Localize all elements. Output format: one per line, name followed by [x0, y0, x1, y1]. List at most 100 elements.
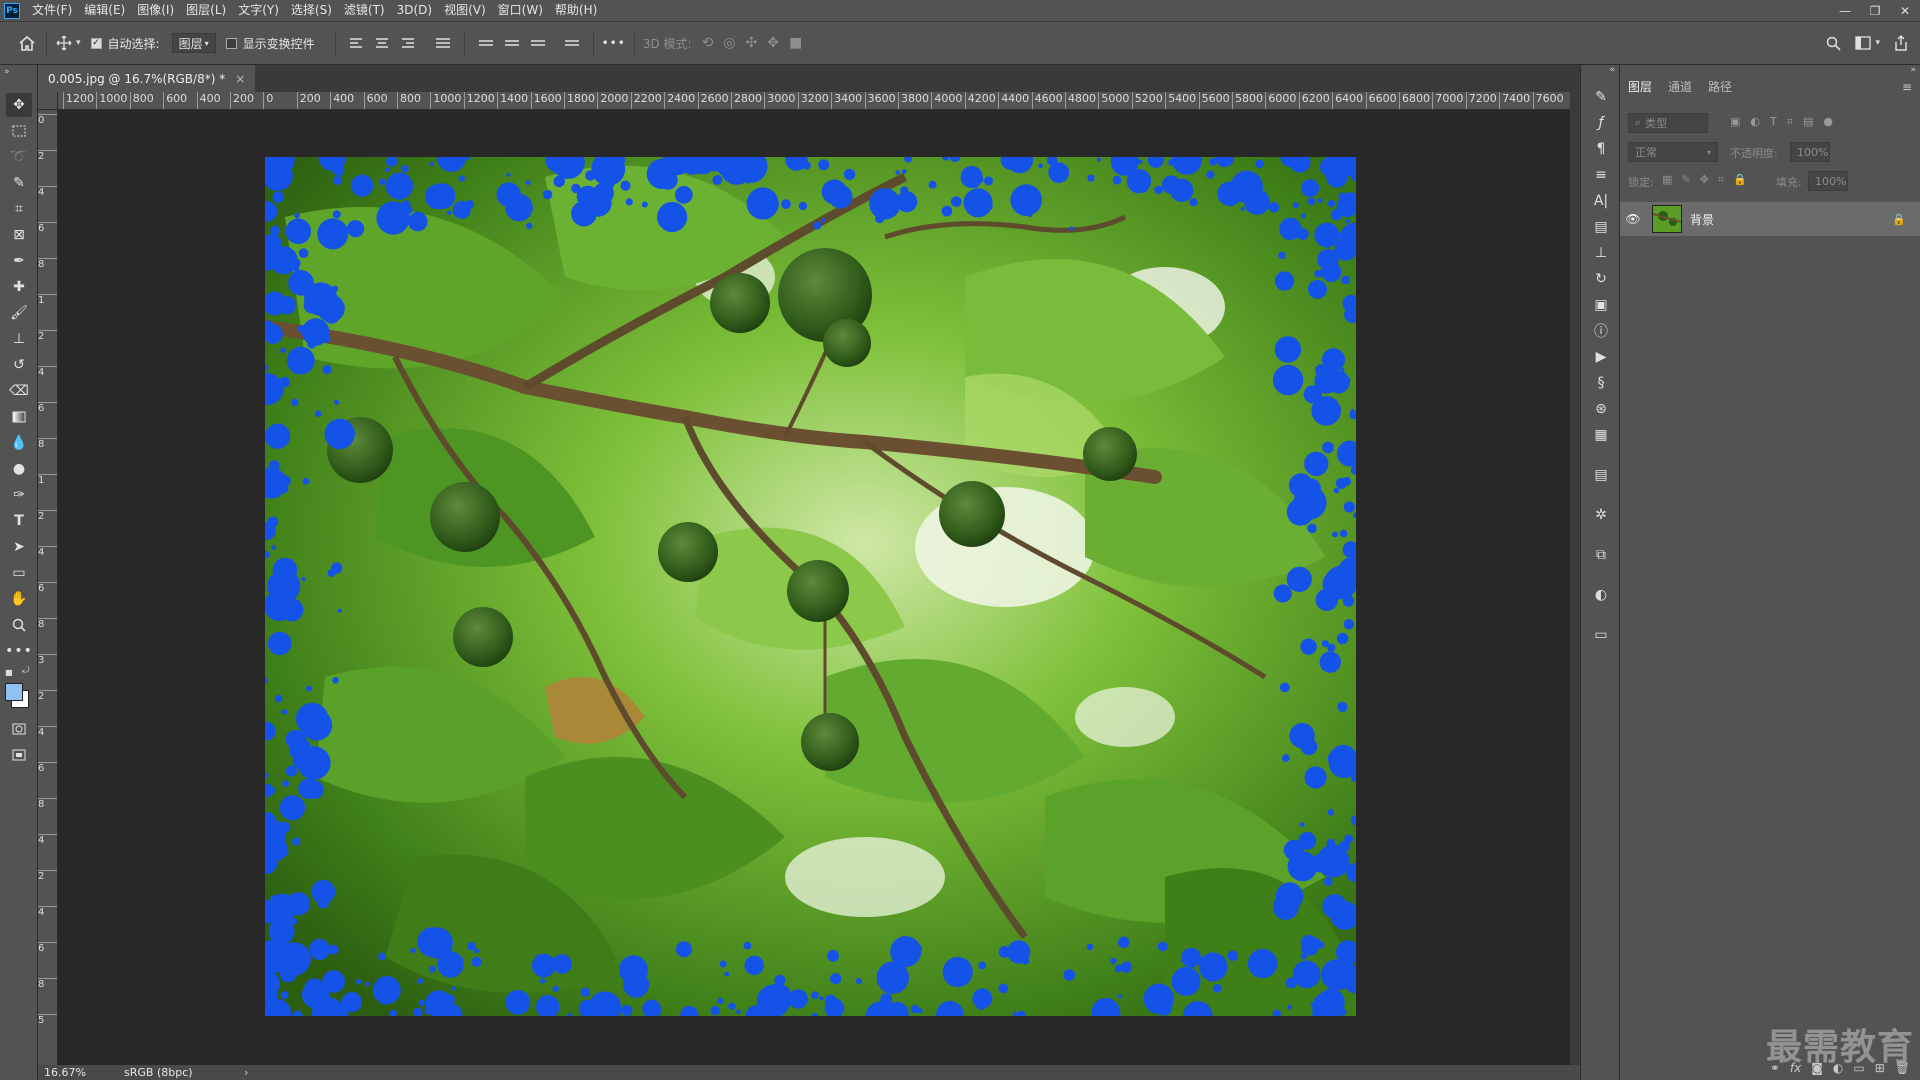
close-button[interactable]: ✕	[1890, 0, 1920, 21]
table-grid-icon[interactable]: ▦	[1591, 425, 1611, 445]
properties-icon[interactable]: ≡	[1591, 165, 1611, 185]
lock-pixels-icon[interactable]: ✎	[1681, 173, 1690, 187]
menu-select[interactable]: 选择(S)	[285, 0, 338, 21]
default-colors-icon[interactable]: ■	[5, 668, 13, 677]
navigator-icon[interactable]: ✲	[1591, 505, 1611, 525]
lock-all-icon[interactable]: 🔒	[1733, 173, 1747, 187]
blur-tool-icon[interactable]: 💧	[6, 431, 32, 455]
info-icon[interactable]: ⓘ	[1591, 321, 1611, 341]
swap-colors-icon[interactable]: ⤾	[22, 666, 30, 676]
libraries-icon[interactable]: ▤	[1591, 217, 1611, 237]
notes-icon[interactable]: ▤	[1591, 465, 1611, 485]
align-middle-v-icon[interactable]	[504, 36, 519, 50]
menu-window[interactable]: 窗口(W)	[492, 0, 549, 21]
glyphs-icon[interactable]: ▣	[1591, 295, 1611, 315]
export-icon[interactable]: ⧉	[1591, 545, 1611, 565]
minimize-button[interactable]: —	[1830, 0, 1860, 21]
search-icon[interactable]	[1826, 36, 1842, 51]
fill-field[interactable]: 100%	[1808, 171, 1848, 191]
paragraph-icon[interactable]: ¶	[1591, 139, 1611, 159]
brush-tool-icon[interactable]: 🖌	[6, 301, 32, 325]
history-brush-tool-icon[interactable]: ↺	[6, 353, 32, 377]
distribute-vertical-icon[interactable]	[435, 36, 450, 50]
align-bottom-icon[interactable]	[530, 36, 545, 50]
3d-orbit-icon[interactable]: ⟲	[702, 35, 714, 51]
lock-artboard-icon[interactable]: ⌗	[1718, 173, 1724, 187]
clone-stamp-tool-icon[interactable]: ⊥	[6, 327, 32, 351]
tool-preset-chevron-icon[interactable]: ▾	[76, 38, 81, 48]
filter-pixel-icon[interactable]: ▣	[1730, 115, 1740, 129]
tab-layers[interactable]: 图层	[1620, 75, 1661, 99]
menu-type[interactable]: 文字(Y)	[232, 0, 285, 21]
home-icon[interactable]	[16, 35, 38, 51]
align-left-icon[interactable]	[349, 36, 364, 50]
menu-help[interactable]: 帮助(H)	[549, 0, 603, 21]
panel-menu-icon[interactable]: ≡	[1902, 80, 1912, 94]
expand-dock-icon[interactable]: «	[1609, 65, 1615, 75]
rectangle-tool-icon[interactable]: ▭	[6, 561, 32, 585]
lasso-tool-icon[interactable]: ➰	[6, 145, 32, 169]
filter-toggle-icon[interactable]: ●	[1823, 115, 1833, 129]
gradients-icon[interactable]: ▭	[1591, 625, 1611, 645]
close-tab-icon[interactable]: ×	[235, 72, 245, 86]
restore-button[interactable]: ❐	[1860, 0, 1890, 21]
tab-paths[interactable]: 路径	[1700, 75, 1740, 99]
more-options-button[interactable]: •••	[602, 36, 626, 50]
zoom-level[interactable]: 16.67%	[44, 1066, 124, 1079]
layer-name[interactable]: 背景	[1690, 211, 1714, 228]
history-icon[interactable]: ↻	[1591, 269, 1611, 289]
collapse-panels-icon[interactable]: »	[1910, 65, 1916, 75]
menu-3d[interactable]: 3D(D)	[391, 0, 438, 21]
adjustments-icon[interactable]: ◐	[1591, 585, 1611, 605]
dodge-tool-icon[interactable]: ●	[6, 457, 32, 481]
gradient-tool-icon[interactable]	[6, 405, 32, 429]
distribute-horizontal-icon[interactable]	[564, 36, 579, 50]
align-center-h-icon[interactable]	[375, 36, 390, 50]
pen-tool-icon[interactable]: ✑	[6, 483, 32, 507]
hand-tool-icon[interactable]: ✋	[6, 587, 32, 611]
menu-layer[interactable]: 图层(L)	[180, 0, 232, 21]
clone-source-icon[interactable]: ⊥	[1591, 243, 1611, 263]
opacity-field[interactable]: 100%	[1790, 142, 1830, 162]
lock-position-icon[interactable]: ✥	[1700, 173, 1709, 187]
horizontal-ruler[interactable]: 1200 1000 800 600 400 200 0 200 400 600 800 1000 120…	[58, 92, 1570, 110]
document-image[interactable]	[265, 157, 1356, 1016]
menu-edit[interactable]: 编辑(E)	[78, 0, 131, 21]
lock-transparent-icon[interactable]: ▦	[1662, 173, 1672, 187]
filter-smart-object-icon[interactable]: ▤	[1803, 115, 1813, 129]
swatches-icon[interactable]: §	[1591, 373, 1611, 393]
show-transform-checkbox[interactable]	[225, 37, 237, 49]
edit-toolbar-icon[interactable]: •••	[5, 639, 32, 663]
crop-tool-icon[interactable]: ⌗	[6, 197, 32, 221]
marquee-tool-icon[interactable]	[6, 119, 32, 143]
blend-mode-select[interactable]: 正常 ▾	[1628, 142, 1718, 162]
zoom-tool-icon[interactable]	[6, 613, 32, 637]
layer-row-background[interactable]: 👁 背景 🔒	[1620, 202, 1920, 236]
brush-settings-icon[interactable]: ✎	[1591, 87, 1611, 107]
actions-fx-icon[interactable]: ƒ	[1591, 113, 1611, 133]
type-tool-icon[interactable]: T	[6, 509, 32, 533]
auto-select-checkbox[interactable]: ✓	[90, 37, 102, 49]
share-icon[interactable]	[1894, 35, 1908, 51]
filter-adjustment-icon[interactable]: ◐	[1750, 115, 1760, 129]
quick-mask-icon[interactable]	[6, 717, 32, 741]
ruler-origin[interactable]	[38, 92, 58, 110]
3d-pan-icon[interactable]: ✣	[746, 35, 758, 51]
align-top-icon[interactable]	[478, 36, 493, 50]
filter-type-icon[interactable]: T	[1770, 115, 1777, 129]
status-menu-arrow[interactable]: ›	[244, 1066, 248, 1079]
workspace-chevron-icon[interactable]: ▾	[1875, 38, 1880, 48]
healing-brush-tool-icon[interactable]: ✚	[6, 275, 32, 299]
screen-mode-icon[interactable]	[6, 743, 32, 767]
foreground-color-swatch[interactable]	[5, 683, 23, 701]
play-action-icon[interactable]: ▶	[1591, 347, 1611, 367]
menu-view[interactable]: 视图(V)	[438, 0, 492, 21]
collapse-toolbar-icon[interactable]: »	[4, 67, 10, 77]
menu-filter[interactable]: 滤镜(T)	[338, 0, 391, 21]
filter-shape-icon[interactable]: ⌗	[1787, 115, 1793, 129]
layer-filter-select[interactable]: ⌕ 类型	[1628, 113, 1708, 133]
tab-channels[interactable]: 通道	[1660, 75, 1700, 99]
vertical-ruler[interactable]: 0 2 4 6 8 1 2 4 6 8 1 2 4 6 8 3 2 4 6 8 4 2 4 6 8 5	[38, 110, 58, 1065]
path-selection-tool-icon[interactable]: ➤	[6, 535, 32, 559]
character-icon[interactable]: A|	[1591, 191, 1611, 211]
